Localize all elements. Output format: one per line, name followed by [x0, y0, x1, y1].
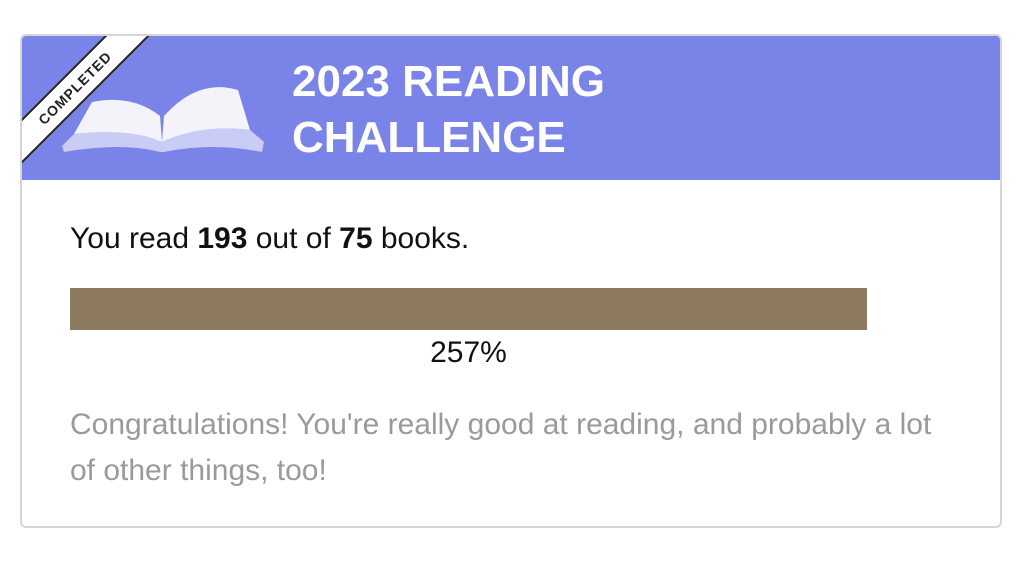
summary-prefix: You read	[70, 222, 198, 255]
progress-percent: 257%	[430, 336, 507, 369]
progress-bar-fill	[70, 288, 867, 330]
summary-suffix: books.	[372, 222, 470, 255]
congratulations-message: Congratulations! You're really good at r…	[70, 408, 932, 487]
title-line-2: CHALLENGE	[292, 113, 566, 162]
summary-middle: out of	[247, 222, 340, 255]
challenge-header: COMPLETED 2023 READING CHALLENGE	[22, 36, 1000, 180]
reading-challenge-card: COMPLETED 2023 READING CHALLENGE You rea…	[20, 34, 1002, 528]
books-goal-count: 75	[339, 222, 373, 255]
title-line-1: 2023 READING	[292, 57, 606, 106]
books-read-summary: You read 193 out of 75 books.	[70, 222, 469, 256]
progress-bar	[70, 288, 867, 330]
books-read-count: 193	[197, 222, 248, 255]
challenge-title: 2023 READING CHALLENGE	[292, 54, 605, 166]
